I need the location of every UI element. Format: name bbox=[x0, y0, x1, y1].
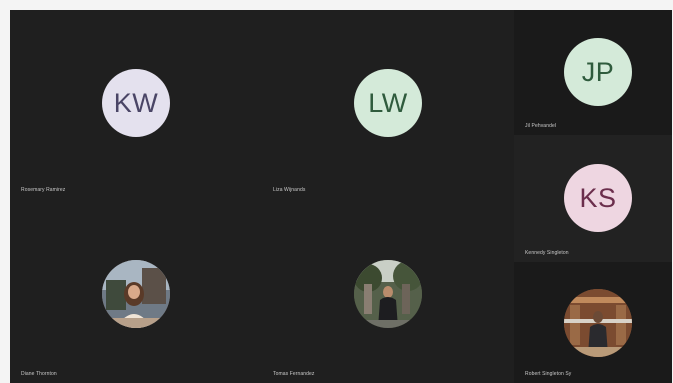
participant-avatar: KS bbox=[564, 164, 632, 232]
participant-avatar: JP bbox=[564, 38, 632, 106]
participant-photo bbox=[354, 260, 422, 328]
participant-name: Tomas Fernandez bbox=[273, 371, 315, 377]
participant-tile[interactable]: LW Liza Wijnands bbox=[262, 10, 514, 199]
participant-tile[interactable]: Diane Thornton bbox=[10, 199, 262, 383]
participant-avatar: LW bbox=[354, 69, 422, 137]
participant-name: Robert Singleton Sy bbox=[525, 371, 572, 377]
participant-tile[interactable]: Tomas Fernandez bbox=[262, 199, 514, 383]
participant-name: Diane Thornton bbox=[21, 371, 57, 377]
participant-name: Rosemary Ramirez bbox=[21, 187, 66, 193]
video-call-grid: KW Rosemary Ramirez LW Liza Wijnands JP … bbox=[10, 10, 672, 383]
participant-tile[interactable]: KS Kennedy Singleton bbox=[514, 135, 672, 262]
participant-tile[interactable]: JP Jil Pehvandel bbox=[514, 10, 672, 135]
participant-avatar: KW bbox=[102, 69, 170, 137]
participant-name: Kennedy Singleton bbox=[525, 250, 569, 256]
participant-photo bbox=[102, 260, 170, 328]
participant-photo bbox=[564, 289, 632, 357]
participant-name: Jil Pehvandel bbox=[525, 123, 557, 129]
participant-tile[interactable]: Robert Singleton Sy bbox=[514, 262, 672, 383]
participant-tile[interactable]: KW Rosemary Ramirez bbox=[10, 10, 262, 199]
participant-name: Liza Wijnands bbox=[273, 187, 306, 193]
